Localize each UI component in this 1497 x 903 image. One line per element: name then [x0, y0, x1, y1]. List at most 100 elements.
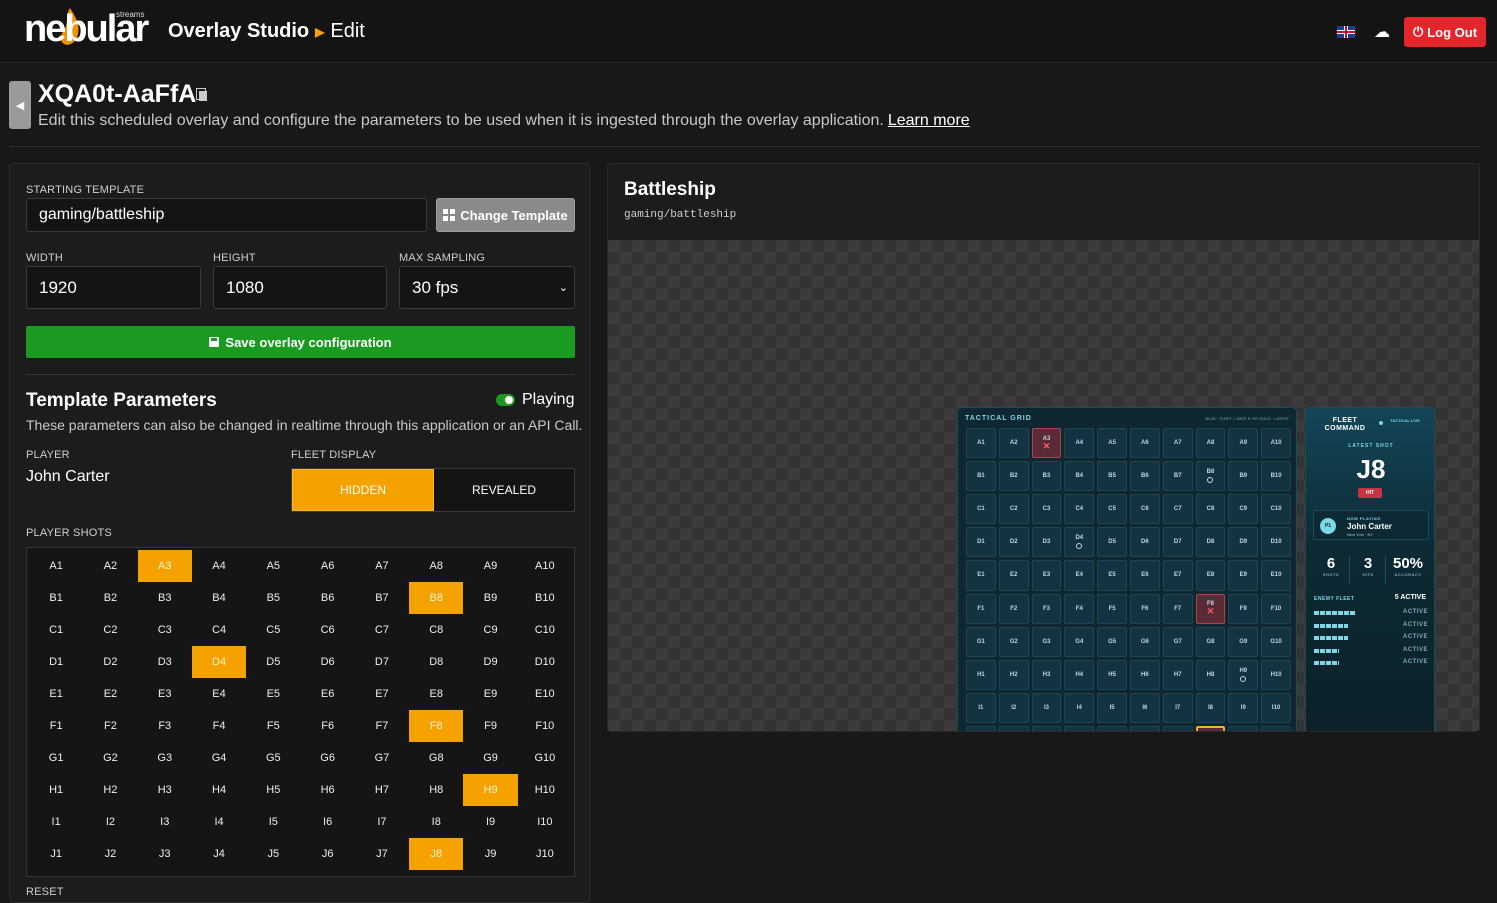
uk-flag-icon[interactable] — [1337, 26, 1355, 38]
shot-cell-i1[interactable]: I1 — [29, 806, 83, 838]
shot-cell-a4[interactable]: A4 — [192, 550, 246, 582]
change-template-button[interactable]: Change Template — [436, 198, 575, 232]
shot-cell-d1[interactable]: D1 — [29, 646, 83, 678]
shot-cell-h4[interactable]: H4 — [192, 774, 246, 806]
shot-cell-c5[interactable]: C5 — [246, 614, 300, 646]
shot-cell-j1[interactable]: J1 — [29, 838, 83, 870]
shot-cell-h6[interactable]: H6 — [300, 774, 354, 806]
shot-cell-c3[interactable]: C3 — [138, 614, 192, 646]
shot-cell-j3[interactable]: J3 — [138, 838, 192, 870]
shot-cell-d9[interactable]: D9 — [463, 646, 517, 678]
breadcrumb-app-title[interactable]: Overlay Studio — [168, 20, 309, 43]
shot-cell-b4[interactable]: B4 — [192, 582, 246, 614]
shot-cell-f5[interactable]: F5 — [246, 710, 300, 742]
shot-cell-e4[interactable]: E4 — [192, 678, 246, 710]
shot-cell-h2[interactable]: H2 — [83, 774, 137, 806]
shot-cell-d2[interactable]: D2 — [83, 646, 137, 678]
shot-cell-h9[interactable]: H9 — [463, 774, 518, 806]
shot-cell-e6[interactable]: E6 — [300, 678, 354, 710]
shot-cell-i6[interactable]: I6 — [300, 806, 354, 838]
shot-cell-c6[interactable]: C6 — [300, 614, 354, 646]
shot-cell-g5[interactable]: G5 — [246, 742, 300, 774]
shot-cell-j9[interactable]: J9 — [463, 838, 517, 870]
fleet-option-revealed[interactable]: REVEALED — [434, 469, 574, 511]
shot-cell-i3[interactable]: I3 — [138, 806, 192, 838]
shot-cell-c4[interactable]: C4 — [192, 614, 246, 646]
shot-cell-f10[interactable]: F10 — [518, 710, 572, 742]
shot-cell-i7[interactable]: I7 — [355, 806, 409, 838]
shot-cell-a2[interactable]: A2 — [83, 550, 137, 582]
max-sampling-select[interactable]: 30 fps ⌄ — [399, 266, 575, 309]
shot-cell-f2[interactable]: F2 — [83, 710, 137, 742]
back-button[interactable]: ◀ — [9, 81, 31, 129]
shot-cell-h8[interactable]: H8 — [409, 774, 463, 806]
height-input[interactable]: 1080 — [213, 266, 387, 309]
width-input[interactable]: 1920 — [26, 266, 201, 309]
shot-cell-g10[interactable]: G10 — [518, 742, 572, 774]
shot-cell-b10[interactable]: B10 — [518, 582, 572, 614]
shot-cell-g6[interactable]: G6 — [300, 742, 354, 774]
shot-cell-b9[interactable]: B9 — [463, 582, 517, 614]
shot-cell-d10[interactable]: D10 — [518, 646, 572, 678]
shot-cell-c7[interactable]: C7 — [355, 614, 409, 646]
shot-cell-d6[interactable]: D6 — [300, 646, 354, 678]
shot-cell-c8[interactable]: C8 — [409, 614, 463, 646]
shot-cell-g1[interactable]: G1 — [29, 742, 83, 774]
shot-cell-b3[interactable]: B3 — [138, 582, 192, 614]
shot-cell-i2[interactable]: I2 — [83, 806, 137, 838]
shot-cell-e2[interactable]: E2 — [83, 678, 137, 710]
shot-cell-f4[interactable]: F4 — [192, 710, 246, 742]
shot-cell-d7[interactable]: D7 — [355, 646, 409, 678]
shot-cell-b2[interactable]: B2 — [83, 582, 137, 614]
shot-cell-g4[interactable]: G4 — [192, 742, 246, 774]
shot-cell-f1[interactable]: F1 — [29, 710, 83, 742]
shot-cell-a1[interactable]: A1 — [29, 550, 83, 582]
shot-cell-f9[interactable]: F9 — [463, 710, 517, 742]
shot-cell-h1[interactable]: H1 — [29, 774, 83, 806]
shot-cell-d8[interactable]: D8 — [409, 646, 463, 678]
shot-cell-e10[interactable]: E10 — [518, 678, 572, 710]
shot-cell-g3[interactable]: G3 — [138, 742, 192, 774]
shot-cell-j7[interactable]: J7 — [355, 838, 409, 870]
upload-cloud-icon[interactable]: ☁ — [1373, 22, 1391, 41]
shot-cell-a10[interactable]: A10 — [518, 550, 572, 582]
shot-cell-b5[interactable]: B5 — [246, 582, 300, 614]
shot-cell-j10[interactable]: J10 — [518, 838, 572, 870]
shot-cell-d5[interactable]: D5 — [246, 646, 300, 678]
shot-cell-d4[interactable]: D4 — [191, 646, 247, 678]
shot-cell-a5[interactable]: A5 — [246, 550, 300, 582]
shot-cell-i5[interactable]: I5 — [246, 806, 300, 838]
player-value[interactable]: John Carter — [26, 468, 110, 486]
shot-cell-i9[interactable]: I9 — [463, 806, 517, 838]
shot-cell-f8[interactable]: F8 — [409, 710, 464, 742]
shot-cell-b7[interactable]: B7 — [355, 582, 409, 614]
shot-cell-g7[interactable]: G7 — [355, 742, 409, 774]
shot-cell-d3[interactable]: D3 — [138, 646, 192, 678]
save-configuration-button[interactable]: Save overlay configuration — [26, 326, 575, 358]
shot-cell-c9[interactable]: C9 — [463, 614, 517, 646]
shot-cell-f7[interactable]: F7 — [355, 710, 409, 742]
shot-cell-g9[interactable]: G9 — [463, 742, 517, 774]
shot-cell-a3[interactable]: A3 — [137, 550, 192, 582]
shot-cell-j2[interactable]: J2 — [83, 838, 137, 870]
shot-cell-f3[interactable]: F3 — [138, 710, 192, 742]
learn-more-link[interactable]: Learn more — [888, 112, 970, 129]
shot-cell-h3[interactable]: H3 — [138, 774, 192, 806]
shot-cell-f6[interactable]: F6 — [300, 710, 354, 742]
shot-cell-i4[interactable]: I4 — [192, 806, 246, 838]
shot-cell-e8[interactable]: E8 — [409, 678, 463, 710]
shot-cell-e1[interactable]: E1 — [29, 678, 83, 710]
shot-cell-a8[interactable]: A8 — [409, 550, 463, 582]
shot-cell-a9[interactable]: A9 — [463, 550, 517, 582]
shot-cell-c2[interactable]: C2 — [83, 614, 137, 646]
shot-cell-e3[interactable]: E3 — [138, 678, 192, 710]
shot-cell-h10[interactable]: H10 — [518, 774, 572, 806]
shot-cell-j8[interactable]: J8 — [409, 838, 464, 870]
nebular-logo[interactable]: nebular streams — [24, 2, 154, 58]
shot-cell-c1[interactable]: C1 — [29, 614, 83, 646]
fleet-option-hidden[interactable]: HIDDEN — [292, 469, 434, 511]
toggle-switch[interactable] — [496, 394, 515, 406]
shot-cell-b8[interactable]: B8 — [409, 582, 464, 614]
playing-toggle[interactable]: Playing — [496, 391, 574, 409]
logout-button[interactable]: ⏻ Log Out — [1404, 17, 1486, 47]
